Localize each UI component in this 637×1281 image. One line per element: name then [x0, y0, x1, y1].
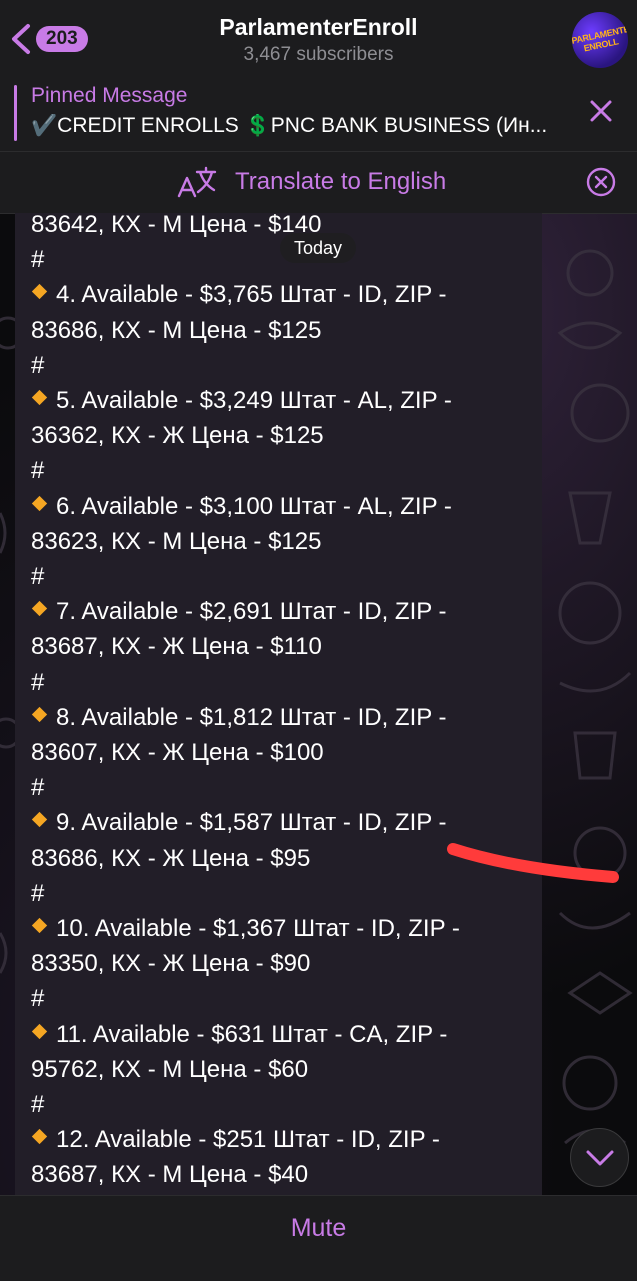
line-text: # — [31, 351, 45, 379]
date-badge: Today — [280, 233, 356, 263]
line-text: # — [31, 774, 45, 802]
close-circle-icon[interactable] — [585, 166, 617, 198]
line-text: 11. Available - $631 Штат - CA, ZIP - — [56, 1020, 448, 1048]
pinned-text: ✔️CREDIT ENROLLS 💲PNC BANK BUSINESS (Ин.… — [31, 114, 548, 137]
channel-title[interactable]: ParlamenterEnroll — [0, 14, 637, 41]
message-line: 83623, КХ - М Цена - $125 — [31, 528, 321, 556]
diamond-icon — [31, 601, 48, 617]
message-line: 83687, КХ - Ж Цена - $110 — [31, 633, 322, 661]
line-text: 6. Available - $3,100 Штат - AL, ZIP - — [56, 492, 452, 520]
line-text: # — [31, 1091, 45, 1118]
pinned-indicator — [14, 85, 17, 141]
message-line: 8. Available - $1,812 Штат - ID, ZIP - — [31, 704, 446, 732]
line-text: # — [31, 563, 45, 590]
separator-line: # — [31, 1091, 44, 1119]
channel-avatar[interactable]: PARLAMENTER ENROLL — [572, 12, 628, 68]
message-line: 4. Available - $3,765 Штат - ID, ZIP - — [31, 281, 446, 309]
diamond-icon — [31, 1023, 48, 1039]
message-line: 36362, КХ - Ж Цена - $125 — [31, 422, 324, 450]
message-line: 83642, КХ - М Цена - $140 — [31, 213, 321, 239]
translate-icon — [177, 166, 217, 198]
message-line: 11. Available - $631 Штат - CA, ZIP - — [31, 1021, 447, 1049]
subscriber-count: 3,467 subscribers — [243, 44, 394, 65]
separator-line: # — [31, 246, 44, 274]
message-line: 83607, КХ - Ж Цена - $100 — [31, 739, 324, 767]
separator-line: # — [31, 774, 44, 802]
line-text: 95762, КХ - М Цена - $60 — [31, 1055, 309, 1083]
separator-line: # — [31, 880, 44, 908]
diamond-icon — [31, 812, 48, 828]
line-text: 5. Available - $3,249 Штат - AL, ZIP - — [56, 387, 452, 414]
line-text: 10. Available - $1,367 Штат - ID, ZIP - — [56, 915, 460, 942]
line-text: # — [31, 457, 45, 485]
line-text: 83623, КХ - М Цена - $125 — [31, 527, 322, 555]
mute-button[interactable]: Mute — [0, 1214, 637, 1243]
pinned-title: Pinned Message — [31, 84, 188, 107]
diamond-icon — [31, 284, 48, 300]
line-text: 83686, КХ - Ж Цена - $95 — [31, 844, 311, 872]
diamond-icon — [31, 706, 48, 722]
diamond-icon — [31, 495, 48, 511]
red-marker-annotation — [447, 843, 619, 883]
message-line: 10. Available - $1,367 Штат - ID, ZIP - — [31, 915, 460, 943]
line-text: # — [31, 985, 45, 1013]
line-text: 12. Available - $251 Штат - ID, ZIP - — [56, 1126, 440, 1154]
line-text: 83350, КХ - Ж Цена - $90 — [31, 950, 311, 978]
message-line: 7. Available - $2,691 Штат - ID, ZIP - — [31, 598, 446, 626]
line-text: # — [31, 879, 45, 907]
message-line: 9. Available - $1,587 Штат - ID, ZIP - — [31, 809, 446, 837]
line-text: 83686, КХ - М Цена - $125 — [31, 316, 322, 344]
scroll-down-button[interactable] — [570, 1128, 629, 1187]
line-text: 83687, КХ - М Цена - $40 — [31, 1161, 309, 1189]
pinned-message-bar[interactable]: Pinned Message ✔️CREDIT ENROLLS 💲PNC BAN… — [0, 75, 637, 152]
line-text: 83687, КХ - Ж Цена - $110 — [31, 633, 322, 661]
message-line: 5. Available - $3,249 Штат - AL, ZIP - — [31, 387, 452, 415]
separator-line: # — [31, 457, 44, 485]
line-text: 7. Available - $2,691 Штат - ID, ZIP - — [56, 598, 447, 626]
message-line: 83687, КХ - М Цена - $40 — [31, 1161, 308, 1189]
line-text: # — [31, 246, 45, 274]
message-line: 83686, КХ - Ж Цена - $95 — [31, 845, 310, 873]
line-text: 9. Available - $1,587 Штат - ID, ZIP - — [56, 809, 447, 837]
message-line: 12. Available - $251 Штат - ID, ZIP - — [31, 1126, 440, 1154]
separator-line: # — [31, 563, 44, 591]
translate-label[interactable]: Translate to English — [235, 168, 446, 196]
message-line: 83686, КХ - М Цена - $125 — [31, 317, 321, 345]
message-bubble[interactable]: 83642, КХ - М Цена - $140 #4. Available -… — [15, 213, 542, 1195]
chat-header: 203 ParlamenterEnroll 3,467 subscribers … — [0, 0, 637, 76]
avatar-logo-text: PARLAMENTER ENROLL — [572, 22, 628, 54]
separator-line: # — [31, 985, 44, 1013]
message-line: 6. Available - $3,100 Штат - AL, ZIP - — [31, 493, 452, 521]
close-icon[interactable] — [588, 98, 614, 124]
diamond-icon — [31, 1129, 48, 1145]
separator-line: # — [31, 669, 44, 697]
message-line: 83350, КХ - Ж Цена - $90 — [31, 950, 310, 978]
line-text: 36362, КХ - Ж Цена - $125 — [31, 422, 324, 450]
line-text: 8. Available - $1,812 Штат - ID, ZIP - — [56, 703, 447, 731]
separator-line: # — [31, 352, 44, 380]
line-text: # — [31, 668, 45, 696]
line-text: 83607, КХ - Ж Цена - $100 — [31, 739, 324, 766]
line-text: 83642, КХ - М Цена - $140 — [31, 213, 322, 238]
diamond-icon — [31, 389, 48, 406]
translate-bar[interactable]: Translate to English — [0, 152, 637, 214]
bottom-bar: Mute — [0, 1195, 637, 1281]
diamond-icon — [31, 917, 48, 934]
line-text: 4. Available - $3,765 Штат - ID, ZIP - — [56, 281, 447, 309]
message-line: 95762, КХ - М Цена - $60 — [31, 1056, 308, 1084]
chevron-down-icon — [586, 1150, 613, 1165]
